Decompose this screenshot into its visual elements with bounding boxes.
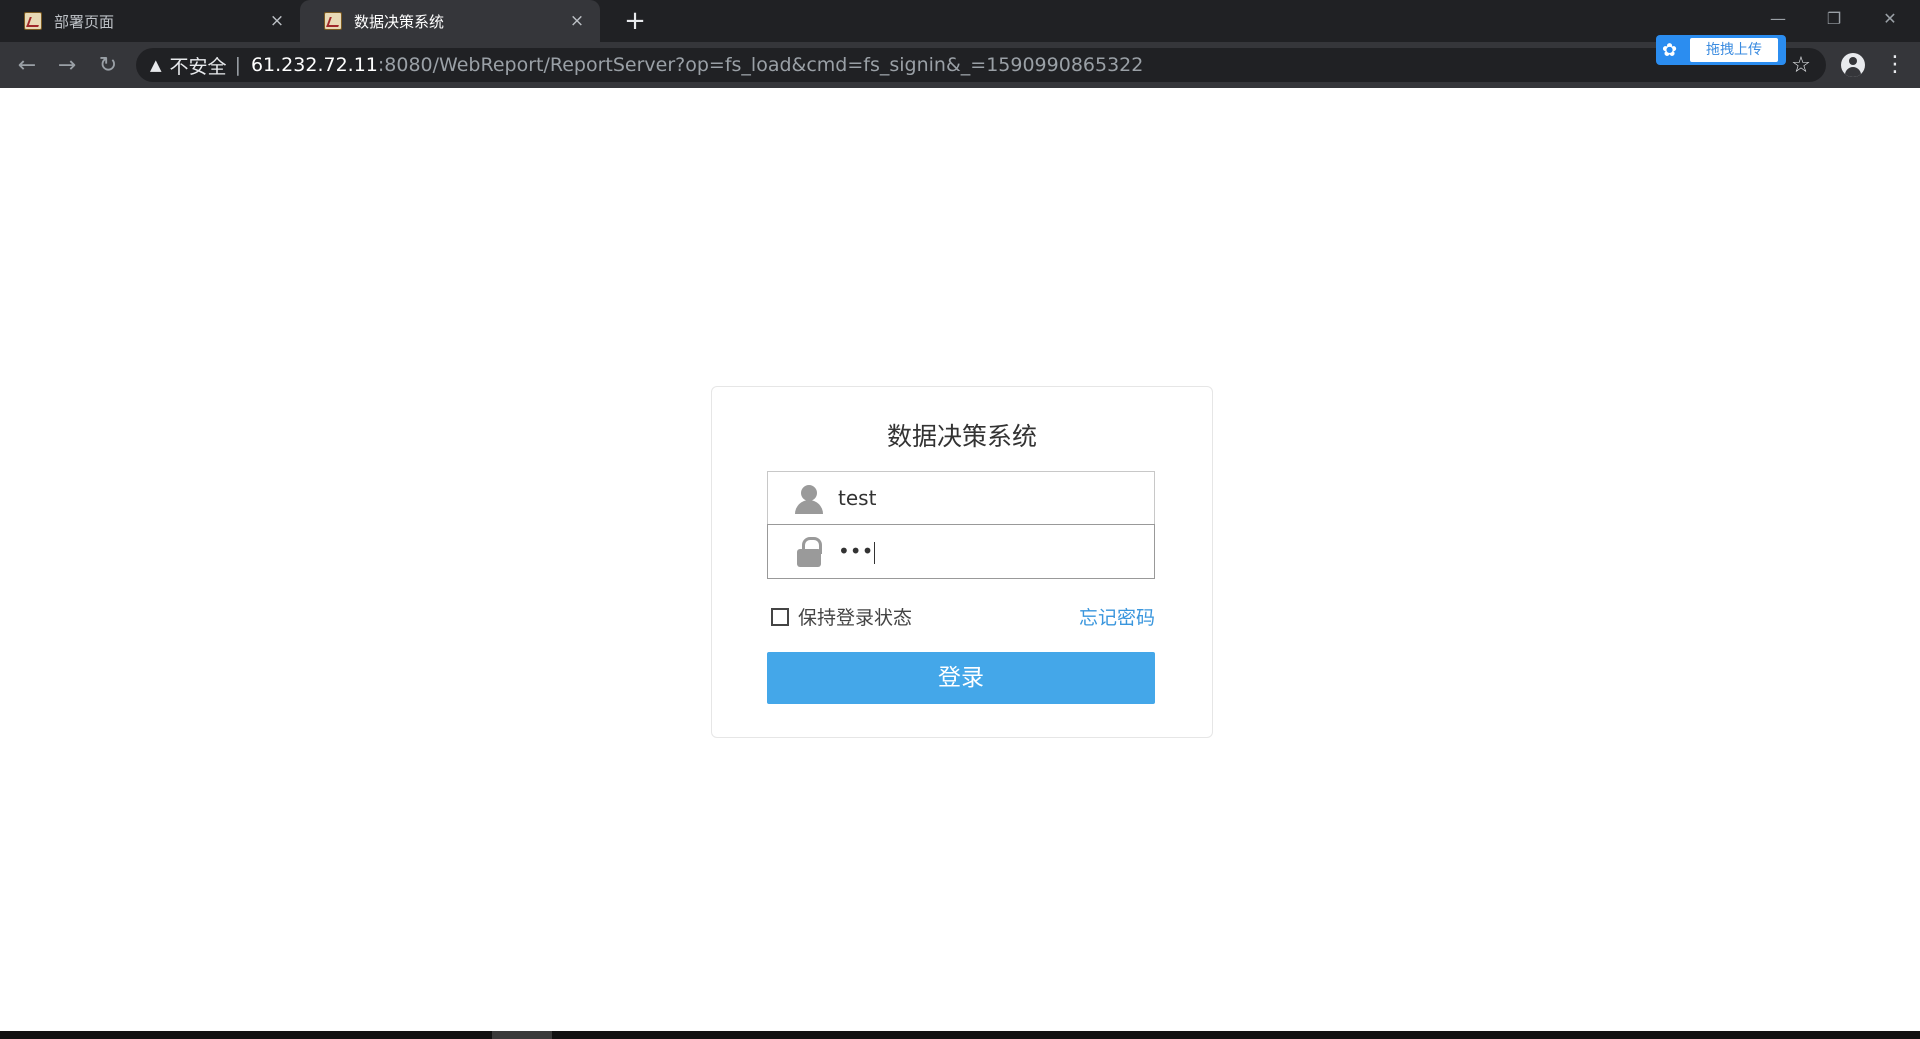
tab-decision-system[interactable]: 数据决策系统 × <box>300 0 600 42</box>
bookmark-star-icon[interactable]: ☆ <box>1786 51 1816 81</box>
login-title: 数据决策系统 <box>886 422 1037 451</box>
url-host: 61.232.72.11 <box>250 54 378 76</box>
minimize-window-icon[interactable]: — <box>1750 0 1806 38</box>
remember-login[interactable]: 保持登录状态 <box>771 603 912 630</box>
drag-upload-extension[interactable]: ✿ 拖拽上传 <box>1656 35 1786 65</box>
cloud-upload-icon: ✿ <box>1662 39 1678 61</box>
address-separator: | <box>234 54 241 76</box>
new-tab-button[interactable]: + <box>620 6 650 36</box>
lock-icon <box>794 537 824 567</box>
browser-menu-icon[interactable]: ⋮ <box>1884 50 1906 80</box>
forward-icon[interactable]: → <box>52 51 82 81</box>
reload-icon[interactable]: ↻ <box>93 51 123 81</box>
remember-checkbox[interactable] <box>771 607 789 626</box>
browser-tab-strip: 部署页面 × 数据决策系统 × + — ❐ ✕ <box>0 0 1920 42</box>
tab-title: 部署页面 <box>54 12 115 31</box>
remember-label: 保持登录状态 <box>798 607 913 629</box>
password-mask: ••• <box>838 539 874 563</box>
login-button[interactable]: 登录 <box>767 652 1155 704</box>
back-icon[interactable]: ← <box>12 51 42 81</box>
browser-toolbar: ← → ↻ ▲ 不安全 | 61.232.72.11 :8080/WebRepo… <box>0 42 1920 88</box>
restore-window-icon[interactable]: ❐ <box>1806 0 1862 38</box>
password-field[interactable]: ••• <box>767 524 1155 579</box>
user-icon <box>794 484 824 514</box>
drag-upload-label: 拖拽上传 <box>1690 38 1778 62</box>
tab-title: 数据决策系统 <box>354 12 445 31</box>
login-panel: 数据决策系统 test ••• 保持登录状态 忘记密码 登录 <box>711 386 1213 738</box>
username-field[interactable]: test <box>767 471 1155 526</box>
address-bar[interactable]: ▲ 不安全 | 61.232.72.11 :8080/WebReport/Rep… <box>136 48 1826 82</box>
security-status[interactable]: 不安全 <box>170 52 227 79</box>
close-window-icon[interactable]: ✕ <box>1862 0 1918 38</box>
profile-avatar-icon[interactable] <box>1841 53 1865 77</box>
close-tab-icon[interactable]: × <box>566 11 588 31</box>
text-caret <box>874 541 876 564</box>
close-tab-icon[interactable]: × <box>266 11 288 31</box>
username-value: test <box>838 486 877 510</box>
warning-icon[interactable]: ▲ <box>150 56 162 74</box>
os-taskbar <box>0 1031 1920 1039</box>
password-value: ••• <box>838 525 876 578</box>
forgot-password-link[interactable]: 忘记密码 <box>1079 603 1155 630</box>
url-path: :8080/WebReport/ReportServer?op=fs_load&… <box>377 54 1144 76</box>
tab-deploy-page[interactable]: 部署页面 × <box>0 0 300 42</box>
site-favicon-icon <box>324 12 342 30</box>
site-favicon-icon <box>24 12 42 30</box>
taskbar-item[interactable] <box>492 1031 552 1039</box>
